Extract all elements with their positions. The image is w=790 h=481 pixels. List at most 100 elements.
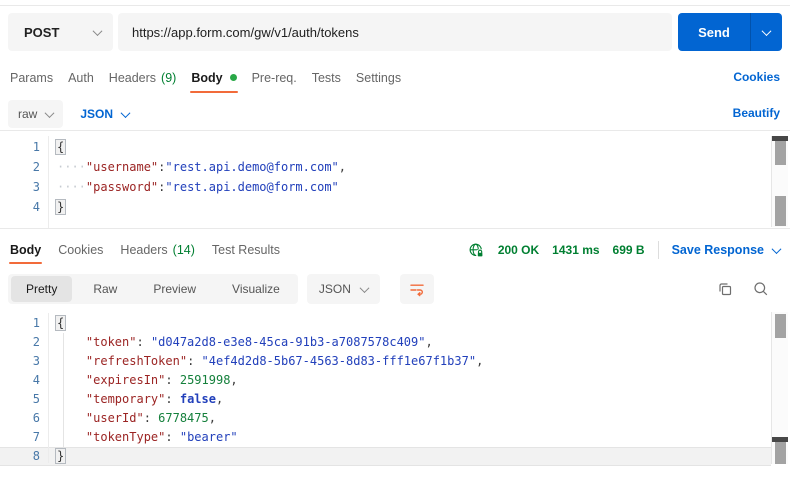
divider [658,241,659,259]
scrollbar-thumb[interactable] [775,314,786,338]
scrollbar-marker [775,196,786,226]
tab-settings[interactable]: Settings [356,62,401,93]
language-label: JSON [80,107,113,121]
beautify-link[interactable]: Beautify [733,106,780,120]
code-line-4[interactable]: 4} [0,197,771,217]
line-number: 2 [0,333,40,352]
code-line-6[interactable]: 6 "userId": 6778475, [0,409,771,428]
code-line-1[interactable]: 1{ [0,137,771,157]
send-options-button[interactable] [750,13,782,51]
chevron-down-icon [772,244,782,254]
tab-body[interactable]: Body [191,62,236,93]
code-text: } [40,197,64,217]
cookies-link[interactable]: Cookies [733,70,780,84]
response-view-toolbar: Pretty RawPreview Visualize JSON [8,274,782,304]
tab-label: Headers [120,243,167,257]
chevron-down-icon [93,26,103,36]
seg-pretty[interactable]: Pretty [11,276,72,302]
tab-tests[interactable]: Tests [312,62,341,93]
send-button[interactable]: Send [678,13,750,51]
tab-label: Pretty [26,282,57,296]
tab-label: Body [10,243,41,257]
response-editor-scrollbar[interactable] [771,312,788,464]
line-number: 3 [0,177,40,197]
response-size: 699 B [613,243,645,257]
code-text: ····"password":"rest.api.demo@form.com" [40,177,339,197]
request-body-editor[interactable]: 1{2····"username":"rest.api.demo@form.co… [0,137,771,217]
code-line-7[interactable]: 7 "tokenType": "bearer" [0,428,771,447]
code-text: "expiresIn": 2591998, [40,371,238,390]
tab-label: Body [191,71,222,85]
view-mode-segments: Pretty RawPreview Visualize [8,274,298,304]
code-line-4[interactable]: 4 "expiresIn": 2591998, [0,371,771,390]
code-line-3[interactable]: 3 "refreshToken": "4ef4d2d8-5b67-4563-8d… [0,352,771,371]
response-section-divider [0,228,790,229]
method-dropdown[interactable]: POST [8,13,113,51]
line-number: 3 [0,352,40,371]
code-text: "temporary": false, [40,390,223,409]
request-language-dropdown[interactable]: JSON [80,107,129,121]
line-number: 4 [0,197,40,217]
tab-label: Visualize [232,282,280,296]
request-url-row: POST https://app.form.com/gw/v1/auth/tok… [8,13,782,51]
tab-body[interactable]: Body [10,236,41,264]
code-text: "userId": 6778475, [40,409,216,428]
tab-test-results[interactable]: Test Results [212,236,280,264]
code-line-2[interactable]: 2····"username":"rest.api.demo@form.com"… [0,157,771,177]
top-divider [0,5,790,6]
code-text: "refreshToken": "4ef4d2d8-5b67-4563-8d83… [40,352,483,371]
raw-format-dropdown[interactable]: raw [8,100,63,128]
url-text: https://app.form.com/gw/v1/auth/tokens [132,25,359,40]
chevron-down-icon [45,108,55,118]
code-text: } [40,447,64,466]
code-line-5[interactable]: 5 "temporary": false, [0,390,771,409]
code-line-8[interactable]: 8} [0,447,771,466]
line-number: 7 [0,428,40,447]
wrap-lines-button[interactable] [400,274,434,304]
save-response-button[interactable]: Save Response [672,243,780,257]
seg-preview[interactable]: Preview [138,276,211,302]
gutter-divider [48,136,49,228]
seg-raw[interactable]: Raw [78,276,132,302]
line-number: 5 [0,390,40,409]
request-editor-scrollbar[interactable] [771,136,788,227]
line-number: 4 [0,371,40,390]
tab-label: Auth [68,71,94,85]
wrap-lines-icon [409,281,425,297]
line-number: 1 [0,137,40,157]
code-line-3[interactable]: 3····"password":"rest.api.demo@form.com" [0,177,771,197]
tab-auth[interactable]: Auth [68,62,94,93]
copy-button[interactable] [716,280,734,298]
response-language-dropdown[interactable]: JSON [307,274,380,304]
tab-headers[interactable]: Headers(14) [120,236,194,264]
search-button[interactable] [752,280,770,298]
chevron-down-icon [121,108,131,118]
save-response-label: Save Response [672,243,764,257]
seg-visualize[interactable]: Visualize [217,276,295,302]
scrollbar-thumb[interactable] [775,141,786,165]
send-label: Send [698,25,730,40]
scrollbar-marker [775,442,786,464]
tab-headers[interactable]: Headers(9) [109,62,177,93]
unsaved-indicator-dot-icon [230,74,237,81]
tab-cookies[interactable]: Cookies [58,236,103,264]
response-body-editor[interactable]: 1{2 "token": "d047a2d8-e3e8-45ca-91b3-a7… [0,314,771,466]
url-input[interactable]: https://app.form.com/gw/v1/auth/tokens [118,13,672,51]
code-line-2[interactable]: 2 "token": "d047a2d8-e3e8-45ca-91b3-a708… [0,333,771,352]
tab-pre-req-[interactable]: Pre-req. [252,62,297,93]
request-tabs: Params Auth Headers(9) Body Pre-req. Tests Set… [10,62,780,93]
code-line-1[interactable]: 1{ [0,314,771,333]
response-tabs: Body Cookies Headers(14) Test Results [10,236,490,264]
code-text: { [40,137,64,157]
tab-count: (9) [161,71,176,85]
section-divider [0,130,790,131]
tab-params[interactable]: Params [10,62,53,93]
code-text: "token": "d047a2d8-e3e8-45ca-91b3-a70875… [40,333,433,352]
code-text: ····"username":"rest.api.demo@form.com", [40,157,346,177]
tab-label: Params [10,71,53,85]
network-globe-lock-icon[interactable] [468,242,485,258]
tab-label: Tests [312,71,341,85]
chevron-down-icon [762,26,772,36]
indent-guide [63,333,64,447]
format-label: raw [18,107,37,121]
